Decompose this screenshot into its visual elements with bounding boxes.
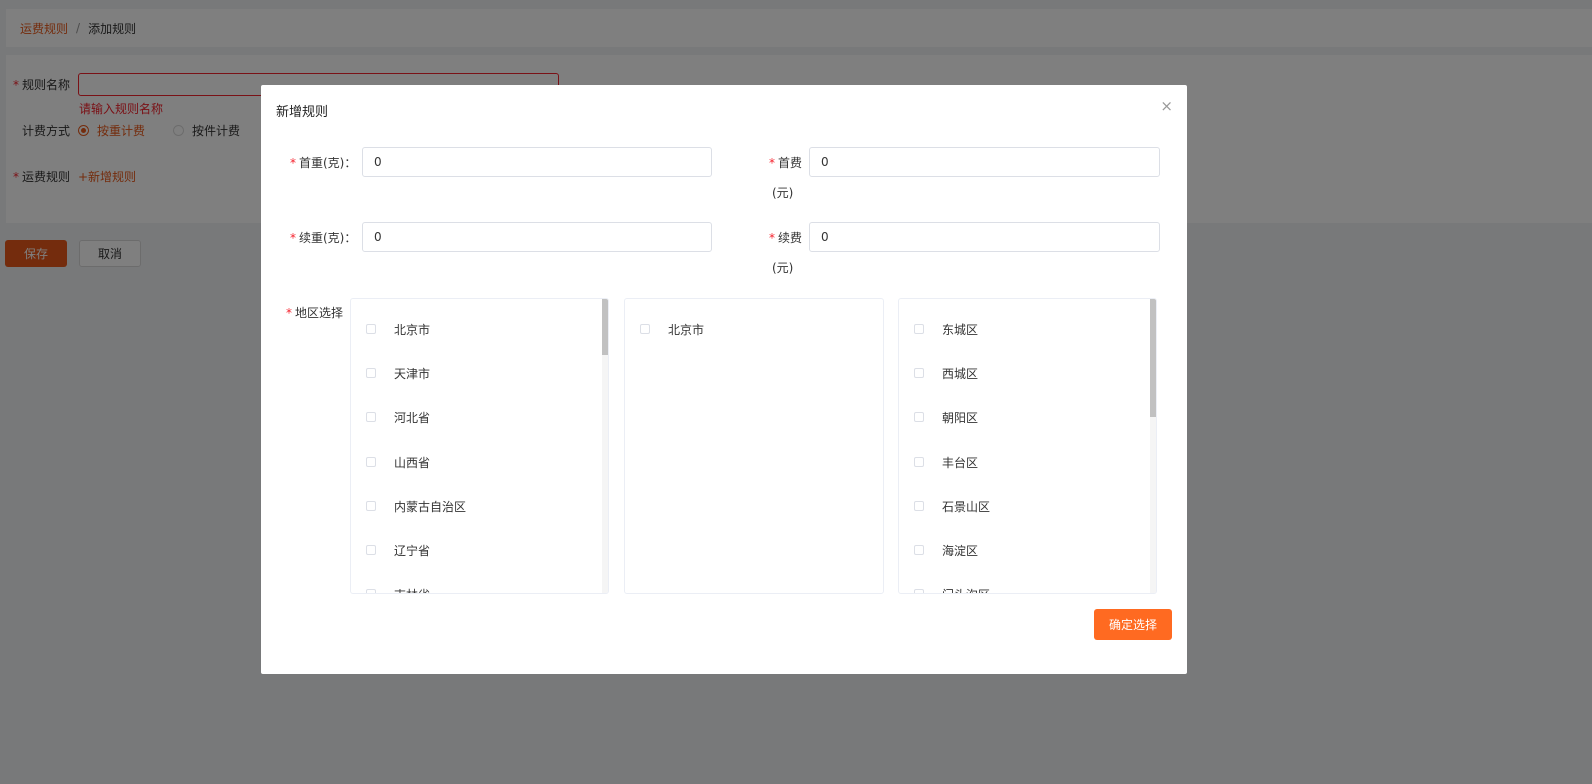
required-mark: * bbox=[769, 156, 775, 170]
extra-fee-input[interactable]: 0 bbox=[809, 222, 1160, 252]
province-name: 辽宁省 bbox=[394, 543, 431, 558]
close-icon[interactable]: × bbox=[1160, 97, 1173, 115]
first-weight-label: * 首重(克)： bbox=[290, 154, 356, 171]
region-label: * 地区选择 bbox=[286, 304, 343, 321]
extra-fee-unit: (元) bbox=[772, 261, 794, 275]
province-item[interactable]: 山西省 bbox=[366, 454, 430, 470]
add-rule-modal: 新增规则 × * 首重(克)： 0 * 首费 (元) 0 * 续重(克)： 0 * 续费… bbox=[261, 85, 1187, 674]
province-item[interactable]: 内蒙古自治区 bbox=[366, 498, 466, 514]
first-fee-label: * 首费 bbox=[769, 154, 802, 171]
required-mark: * bbox=[769, 231, 775, 245]
province-name: 河北省 bbox=[394, 410, 431, 425]
province-scrollbar[interactable] bbox=[602, 299, 608, 593]
extra-weight-input[interactable]: 0 bbox=[362, 222, 712, 252]
province-name: 内蒙古自治区 bbox=[394, 499, 467, 514]
extra-weight-label-text: 续重(克)： bbox=[299, 231, 357, 245]
checkbox[interactable] bbox=[366, 501, 376, 511]
checkbox[interactable] bbox=[914, 457, 924, 467]
scroll-thumb[interactable] bbox=[602, 299, 608, 355]
checkbox[interactable] bbox=[640, 324, 650, 334]
checkbox[interactable] bbox=[366, 324, 376, 334]
district-item[interactable]: 丰台区 bbox=[914, 454, 978, 470]
district-item[interactable]: 东城区 bbox=[914, 321, 978, 337]
extra-weight-label: * 续重(克)： bbox=[290, 229, 356, 246]
city-name: 北京市 bbox=[668, 322, 705, 337]
province-name: 天津市 bbox=[394, 366, 431, 381]
city-panel: 北京市 bbox=[624, 298, 884, 594]
checkbox[interactable] bbox=[914, 368, 924, 378]
district-item[interactable]: 石景山区 bbox=[914, 498, 990, 514]
checkbox[interactable] bbox=[366, 589, 376, 593]
required-mark: * bbox=[286, 306, 292, 320]
province-item[interactable]: 河北省 bbox=[366, 409, 430, 425]
district-item[interactable]: 门头沟区 bbox=[914, 586, 990, 594]
checkbox[interactable] bbox=[914, 589, 924, 593]
province-item[interactable]: 吉林省 bbox=[366, 586, 430, 594]
required-mark: * bbox=[290, 156, 296, 170]
province-panel: 北京市 天津市 河北省 山西省 内蒙古自治区 辽宁省 吉林省 bbox=[350, 298, 609, 594]
checkbox[interactable] bbox=[914, 501, 924, 511]
district-panel: 东城区 西城区 朝阳区 丰台区 石景山区 海淀区 门头沟区 bbox=[898, 298, 1157, 594]
district-name: 朝阳区 bbox=[942, 410, 979, 425]
province-name: 山西省 bbox=[394, 455, 431, 470]
district-name: 门头沟区 bbox=[942, 586, 990, 594]
district-item[interactable]: 海淀区 bbox=[914, 542, 978, 558]
district-item[interactable]: 西城区 bbox=[914, 365, 978, 381]
city-item[interactable]: 北京市 bbox=[640, 321, 704, 337]
district-item[interactable]: 朝阳区 bbox=[914, 409, 978, 425]
checkbox[interactable] bbox=[366, 457, 376, 467]
scroll-thumb[interactable] bbox=[1150, 299, 1156, 417]
district-name: 海淀区 bbox=[942, 543, 979, 558]
extra-fee-label: * 续费 bbox=[769, 229, 802, 246]
first-weight-label-text: 首重(克)： bbox=[299, 156, 357, 170]
region-label-text: 地区选择 bbox=[295, 306, 344, 320]
first-fee-unit: (元) bbox=[772, 186, 794, 200]
confirm-selection-button[interactable]: 确定选择 bbox=[1094, 609, 1172, 640]
extra-fee-label-text: 续费 bbox=[778, 231, 803, 245]
first-fee-input[interactable]: 0 bbox=[809, 147, 1160, 177]
district-name: 石景山区 bbox=[942, 499, 991, 514]
province-item[interactable]: 辽宁省 bbox=[366, 542, 430, 558]
province-name: 吉林省 bbox=[394, 586, 430, 594]
checkbox[interactable] bbox=[914, 324, 924, 334]
checkbox[interactable] bbox=[914, 545, 924, 555]
district-name: 西城区 bbox=[942, 366, 979, 381]
required-mark: * bbox=[290, 231, 296, 245]
checkbox[interactable] bbox=[366, 545, 376, 555]
province-item[interactable]: 北京市 bbox=[366, 321, 430, 337]
modal-title: 新增规则 bbox=[276, 105, 329, 120]
checkbox[interactable] bbox=[366, 368, 376, 378]
first-fee-label-text: 首费 bbox=[778, 156, 803, 170]
district-name: 丰台区 bbox=[942, 455, 979, 470]
district-scrollbar[interactable] bbox=[1150, 299, 1156, 593]
checkbox[interactable] bbox=[366, 412, 376, 422]
province-item[interactable]: 天津市 bbox=[366, 365, 430, 381]
first-weight-input[interactable]: 0 bbox=[362, 147, 712, 177]
district-name: 东城区 bbox=[942, 322, 979, 337]
province-name: 北京市 bbox=[394, 322, 431, 337]
checkbox[interactable] bbox=[914, 412, 924, 422]
